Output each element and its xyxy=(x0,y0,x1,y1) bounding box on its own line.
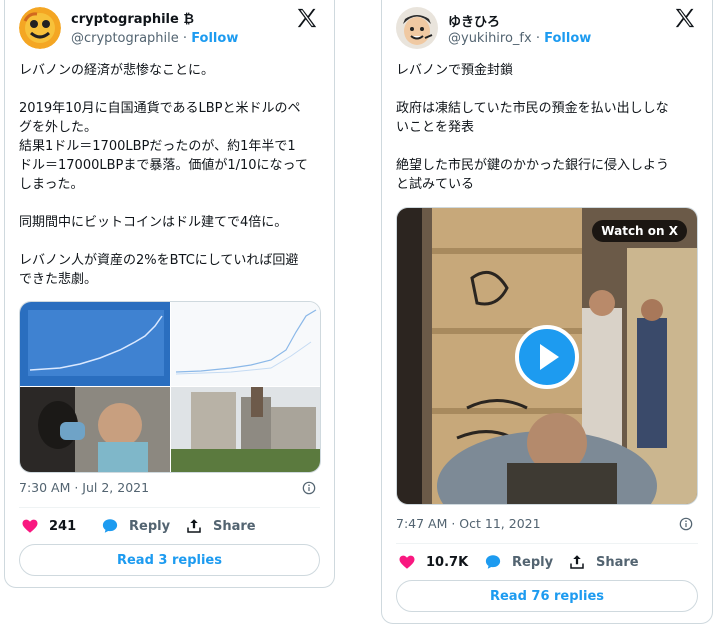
tweet-card-cryptographile: cryptographile ₿ @cryptographile · Follo… xyxy=(4,0,335,588)
avatar[interactable] xyxy=(396,7,438,49)
share-button[interactable]: Share xyxy=(185,517,256,535)
display-name[interactable]: ゆきひろ xyxy=(448,11,500,30)
watch-on-x-badge[interactable]: Watch on X xyxy=(592,220,687,242)
tweet-header: ゆきひろ @yukihiro_fx · Follow xyxy=(396,7,698,51)
reply-bubble-icon xyxy=(485,555,501,569)
tweet-text: レバノンで預金封鎖 政府は凍結していた市民の預金を払い出ししな いことを発表 絶… xyxy=(396,63,670,192)
read-replies-button[interactable]: Read 3 replies xyxy=(19,544,320,576)
like-count: 10.7K xyxy=(426,554,469,570)
tweet-header: cryptographile ₿ @cryptographile · Follo… xyxy=(19,7,320,51)
x-logo-icon[interactable] xyxy=(674,7,696,29)
display-name-text: cryptographile xyxy=(71,12,179,27)
play-button[interactable] xyxy=(515,325,579,389)
media-image-chart-blue[interactable] xyxy=(20,302,170,386)
reply-label: Reply xyxy=(129,518,171,534)
tweet-timestamp[interactable]: 7:47 AM · Oct 11, 2021 xyxy=(396,516,541,531)
media-image-street[interactable] xyxy=(171,387,321,473)
display-name[interactable]: cryptographile ₿ xyxy=(71,11,194,27)
bitcoin-badge: ₿ xyxy=(183,12,194,27)
info-icon[interactable] xyxy=(679,517,693,531)
handle-line: @yukihiro_fx · Follow xyxy=(448,31,591,46)
tweet-media-grid[interactable] xyxy=(19,301,321,473)
reply-button[interactable]: Reply xyxy=(484,553,553,571)
reply-button[interactable]: Reply xyxy=(101,517,170,535)
share-icon xyxy=(570,555,584,569)
share-label: Share xyxy=(213,518,256,534)
like-button[interactable]: 10.7K xyxy=(398,553,468,571)
reply-label: Reply xyxy=(512,554,554,570)
media-image-photo-people[interactable] xyxy=(20,387,170,473)
read-replies-button[interactable]: Read 76 replies xyxy=(396,580,698,612)
tweet-text: レバノンの経済が悲惨なことに。 2019年10月に自国通貨であるLBPと米ドルの… xyxy=(19,63,308,287)
avatar[interactable] xyxy=(19,7,61,49)
handle-line: @cryptographile · Follow xyxy=(71,31,238,46)
separator: · xyxy=(535,31,540,46)
tweet-actions: 10.7K Reply Share xyxy=(396,553,698,573)
reply-bubble-icon xyxy=(102,519,118,533)
divider xyxy=(396,543,698,544)
follow-button[interactable]: Follow xyxy=(191,31,238,46)
share-label: Share xyxy=(596,554,639,570)
follow-button[interactable]: Follow xyxy=(544,31,591,46)
handle[interactable]: @cryptographile xyxy=(71,31,179,46)
tweet-actions: 241 Reply Share xyxy=(19,517,320,537)
x-logo-icon[interactable] xyxy=(296,7,318,29)
tweet-video[interactable]: Watch on X xyxy=(396,207,698,505)
handle[interactable]: @yukihiro_fx xyxy=(448,31,532,46)
tweet-card-yukihiro: ゆきひろ @yukihiro_fx · Follow レバノンで預金封鎖 政府は… xyxy=(381,0,713,624)
info-icon[interactable] xyxy=(302,481,316,495)
share-button[interactable]: Share xyxy=(568,553,639,571)
media-image-chart-white[interactable] xyxy=(171,302,321,386)
divider xyxy=(19,507,320,508)
play-icon xyxy=(540,344,559,370)
share-icon xyxy=(187,519,201,533)
like-button[interactable]: 241 xyxy=(21,517,76,535)
like-count: 241 xyxy=(49,518,77,534)
separator: · xyxy=(182,31,188,46)
tweet-timestamp[interactable]: 7:30 AM · Jul 2, 2021 xyxy=(19,480,149,495)
heart-icon xyxy=(399,555,415,569)
heart-icon xyxy=(22,519,38,533)
